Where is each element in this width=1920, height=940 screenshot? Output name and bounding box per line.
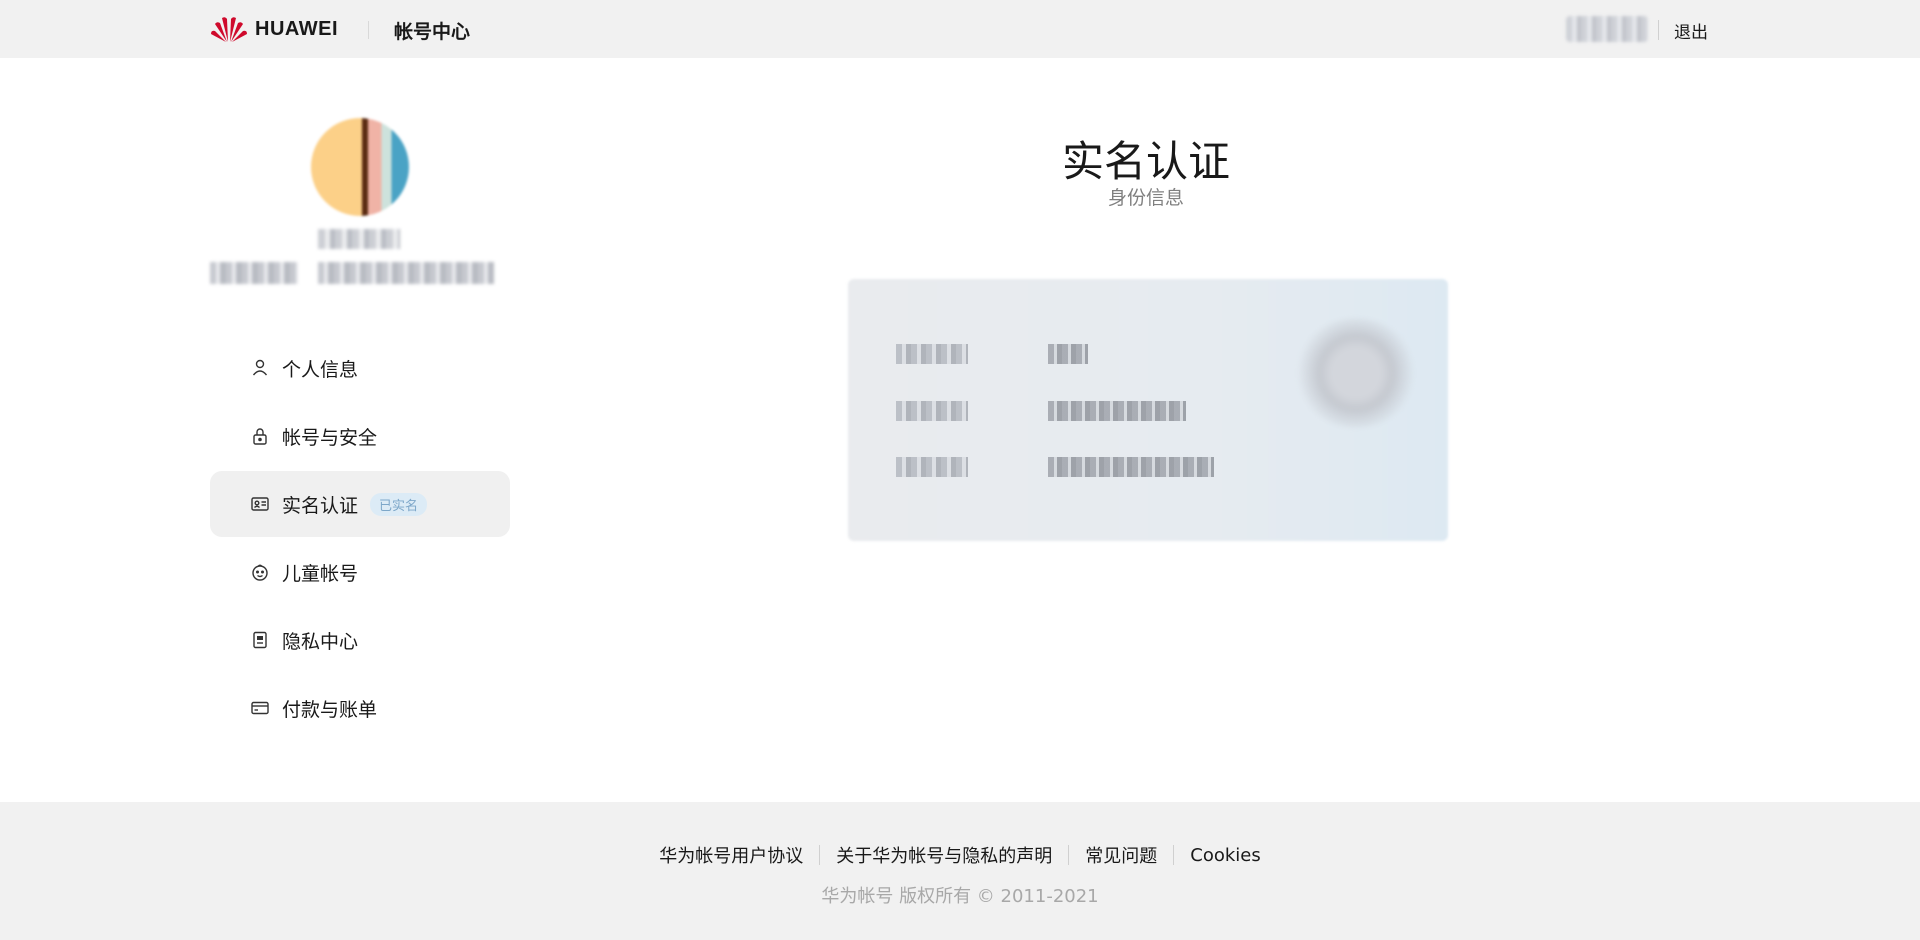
footer-divider <box>1068 845 1070 865</box>
top-header: HUAWEI 帐号中心 退出 <box>0 0 1920 58</box>
page-footer: 华为帐号用户协议 关于华为帐号与隐私的声明 常见问题 Cookies 华为帐号 … <box>0 802 1920 940</box>
footer-link-faq[interactable]: 常见问题 <box>1085 842 1157 868</box>
sidebar-item-label: 儿童帐号 <box>282 562 359 585</box>
footer-link-user-agreement[interactable]: 华为帐号用户协议 <box>659 842 803 868</box>
sidebar-item-label: 帐号与安全 <box>282 426 378 449</box>
verified-badge: 已实名 <box>370 492 428 516</box>
footer-divider <box>1173 845 1175 865</box>
sidebar-item-label: 个人信息 <box>282 358 359 381</box>
identity-field-value-redacted <box>1048 344 1088 364</box>
identity-field-value-redacted <box>1048 457 1214 477</box>
header-username-redacted[interactable] <box>1566 16 1648 42</box>
app-title: 帐号中心 <box>394 21 471 43</box>
identity-field-label-redacted <box>896 344 968 364</box>
header-divider <box>1658 20 1659 40</box>
logout-link[interactable]: 退出 <box>1674 18 1708 43</box>
user-icon <box>250 358 270 378</box>
brand-name: HUAWEI <box>255 17 338 40</box>
profile-account-redacted <box>210 262 298 284</box>
huawei-logo[interactable]: HUAWEI <box>209 14 338 44</box>
header-divider <box>368 21 369 39</box>
sidebar-item-payment-billing[interactable]: 付款与账单 <box>210 675 510 741</box>
sidebar-item-personal-info[interactable]: 个人信息 <box>210 335 510 401</box>
sidebar-item-label: 隐私中心 <box>282 630 359 653</box>
footer-link-privacy-statement[interactable]: 关于华为帐号与隐私的声明 <box>836 842 1052 868</box>
profile-contact-redacted <box>318 262 494 284</box>
card-emblem-redacted <box>1296 318 1416 428</box>
footer-link-cookies[interactable]: Cookies <box>1190 845 1260 866</box>
sidebar-item-real-name-auth[interactable]: 实名认证 已实名 <box>210 471 510 537</box>
page-title: 实名认证 <box>1061 137 1230 186</box>
profile-name-redacted <box>318 229 400 249</box>
copyright: 华为帐号 版权所有 © 2011-2021 <box>821 886 1099 907</box>
credit-card-icon <box>250 698 270 718</box>
sidebar-item-account-security[interactable]: 帐号与安全 <box>210 403 510 469</box>
id-card-icon <box>250 494 270 514</box>
identity-field-label-redacted <box>896 401 968 421</box>
footer-divider <box>819 845 821 865</box>
sidebar-menu: 个人信息 帐号与安全 实名认证 已实名 儿童帐号 隐私中心 付款与账单 <box>210 335 510 743</box>
privacy-doc-icon <box>250 630 270 650</box>
sidebar-item-label: 实名认证 <box>282 494 359 517</box>
huawei-flower-icon <box>211 17 247 42</box>
child-face-icon <box>250 562 270 582</box>
sidebar-item-child-account[interactable]: 儿童帐号 <box>210 539 510 605</box>
page-subtitle: 身份信息 <box>1107 187 1184 209</box>
identity-field-label-redacted <box>896 457 968 477</box>
lock-icon <box>250 426 270 446</box>
sidebar-item-label: 付款与账单 <box>282 698 378 721</box>
sidebar-item-privacy-center[interactable]: 隐私中心 <box>210 607 510 673</box>
identity-field-value-redacted <box>1048 401 1186 421</box>
footer-links: 华为帐号用户协议 关于华为帐号与隐私的声明 常见问题 Cookies <box>0 842 1920 868</box>
